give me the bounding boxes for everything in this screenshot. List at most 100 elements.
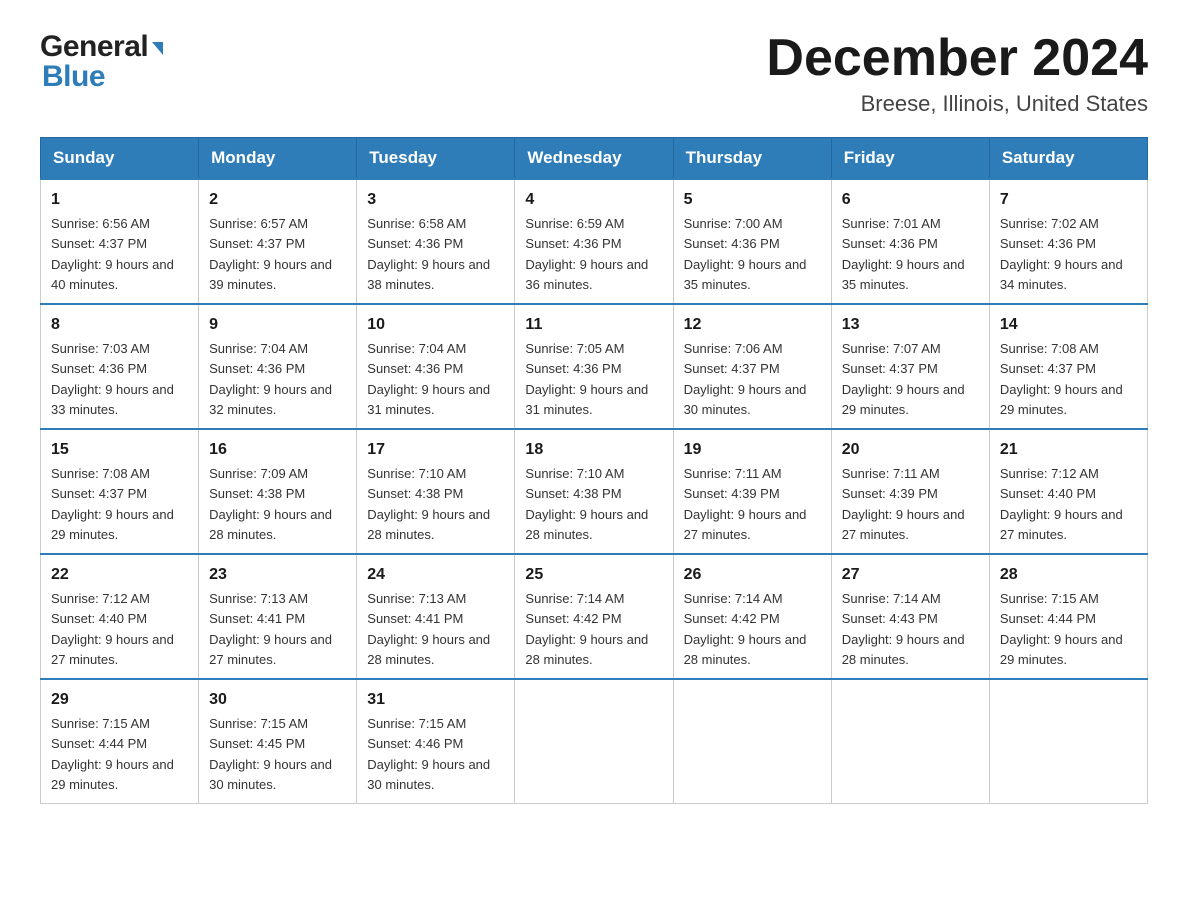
calendar-cell: 9 Sunrise: 7:04 AMSunset: 4:36 PMDayligh… <box>199 304 357 429</box>
calendar-cell: 28 Sunrise: 7:15 AMSunset: 4:44 PMDaylig… <box>989 554 1147 679</box>
day-info: Sunrise: 6:56 AMSunset: 4:37 PMDaylight:… <box>51 216 174 292</box>
day-number: 16 <box>209 438 346 462</box>
day-info: Sunrise: 7:11 AMSunset: 4:39 PMDaylight:… <box>684 466 807 542</box>
calendar-cell: 2 Sunrise: 6:57 AMSunset: 4:37 PMDayligh… <box>199 179 357 304</box>
day-number: 31 <box>367 688 504 712</box>
calendar-cell: 23 Sunrise: 7:13 AMSunset: 4:41 PMDaylig… <box>199 554 357 679</box>
day-number: 20 <box>842 438 979 462</box>
day-info: Sunrise: 7:15 AMSunset: 4:44 PMDaylight:… <box>1000 591 1123 667</box>
day-number: 6 <box>842 188 979 212</box>
calendar-cell: 17 Sunrise: 7:10 AMSunset: 4:38 PMDaylig… <box>357 429 515 554</box>
weekday-header-friday: Friday <box>831 138 989 180</box>
calendar-row-1: 1 Sunrise: 6:56 AMSunset: 4:37 PMDayligh… <box>41 179 1148 304</box>
day-info: Sunrise: 7:03 AMSunset: 4:36 PMDaylight:… <box>51 341 174 417</box>
day-info: Sunrise: 7:14 AMSunset: 4:42 PMDaylight:… <box>525 591 648 667</box>
day-info: Sunrise: 7:14 AMSunset: 4:42 PMDaylight:… <box>684 591 807 667</box>
calendar-cell: 13 Sunrise: 7:07 AMSunset: 4:37 PMDaylig… <box>831 304 989 429</box>
day-info: Sunrise: 7:15 AMSunset: 4:45 PMDaylight:… <box>209 716 332 792</box>
day-info: Sunrise: 6:59 AMSunset: 4:36 PMDaylight:… <box>525 216 648 292</box>
day-info: Sunrise: 7:02 AMSunset: 4:36 PMDaylight:… <box>1000 216 1123 292</box>
day-number: 14 <box>1000 313 1137 337</box>
day-info: Sunrise: 6:58 AMSunset: 4:36 PMDaylight:… <box>367 216 490 292</box>
weekday-header-wednesday: Wednesday <box>515 138 673 180</box>
calendar-cell: 29 Sunrise: 7:15 AMSunset: 4:44 PMDaylig… <box>41 679 199 804</box>
day-info: Sunrise: 7:12 AMSunset: 4:40 PMDaylight:… <box>51 591 174 667</box>
day-number: 23 <box>209 563 346 587</box>
calendar-cell: 31 Sunrise: 7:15 AMSunset: 4:46 PMDaylig… <box>357 679 515 804</box>
weekday-header-saturday: Saturday <box>989 138 1147 180</box>
calendar-row-2: 8 Sunrise: 7:03 AMSunset: 4:36 PMDayligh… <box>41 304 1148 429</box>
day-number: 10 <box>367 313 504 337</box>
calendar-cell: 10 Sunrise: 7:04 AMSunset: 4:36 PMDaylig… <box>357 304 515 429</box>
day-number: 4 <box>525 188 662 212</box>
day-info: Sunrise: 7:15 AMSunset: 4:44 PMDaylight:… <box>51 716 174 792</box>
calendar-cell <box>515 679 673 804</box>
month-title: December 2024 <box>766 30 1148 87</box>
day-number: 22 <box>51 563 188 587</box>
calendar-cell: 18 Sunrise: 7:10 AMSunset: 4:38 PMDaylig… <box>515 429 673 554</box>
calendar-cell: 1 Sunrise: 6:56 AMSunset: 4:37 PMDayligh… <box>41 179 199 304</box>
day-info: Sunrise: 7:08 AMSunset: 4:37 PMDaylight:… <box>51 466 174 542</box>
calendar-cell: 27 Sunrise: 7:14 AMSunset: 4:43 PMDaylig… <box>831 554 989 679</box>
calendar-cell: 19 Sunrise: 7:11 AMSunset: 4:39 PMDaylig… <box>673 429 831 554</box>
weekday-header-row: SundayMondayTuesdayWednesdayThursdayFrid… <box>41 138 1148 180</box>
day-info: Sunrise: 7:10 AMSunset: 4:38 PMDaylight:… <box>367 466 490 542</box>
day-number: 17 <box>367 438 504 462</box>
calendar-cell: 21 Sunrise: 7:12 AMSunset: 4:40 PMDaylig… <box>989 429 1147 554</box>
day-number: 3 <box>367 188 504 212</box>
calendar-cell: 11 Sunrise: 7:05 AMSunset: 4:36 PMDaylig… <box>515 304 673 429</box>
calendar-cell: 7 Sunrise: 7:02 AMSunset: 4:36 PMDayligh… <box>989 179 1147 304</box>
page-header: General Blue December 2024 Breese, Illin… <box>40 30 1148 117</box>
day-info: Sunrise: 7:04 AMSunset: 4:36 PMDaylight:… <box>367 341 490 417</box>
calendar-cell: 4 Sunrise: 6:59 AMSunset: 4:36 PMDayligh… <box>515 179 673 304</box>
day-info: Sunrise: 7:00 AMSunset: 4:36 PMDaylight:… <box>684 216 807 292</box>
calendar-cell: 6 Sunrise: 7:01 AMSunset: 4:36 PMDayligh… <box>831 179 989 304</box>
day-info: Sunrise: 7:08 AMSunset: 4:37 PMDaylight:… <box>1000 341 1123 417</box>
calendar-cell <box>831 679 989 804</box>
day-number: 24 <box>367 563 504 587</box>
calendar-row-5: 29 Sunrise: 7:15 AMSunset: 4:44 PMDaylig… <box>41 679 1148 804</box>
calendar-cell: 16 Sunrise: 7:09 AMSunset: 4:38 PMDaylig… <box>199 429 357 554</box>
calendar-cell: 22 Sunrise: 7:12 AMSunset: 4:40 PMDaylig… <box>41 554 199 679</box>
calendar-cell: 15 Sunrise: 7:08 AMSunset: 4:37 PMDaylig… <box>41 429 199 554</box>
calendar-row-3: 15 Sunrise: 7:08 AMSunset: 4:37 PMDaylig… <box>41 429 1148 554</box>
calendar-cell: 14 Sunrise: 7:08 AMSunset: 4:37 PMDaylig… <box>989 304 1147 429</box>
day-number: 21 <box>1000 438 1137 462</box>
calendar-cell <box>989 679 1147 804</box>
weekday-header-thursday: Thursday <box>673 138 831 180</box>
day-info: Sunrise: 7:13 AMSunset: 4:41 PMDaylight:… <box>367 591 490 667</box>
logo-blue-text: Blue <box>40 60 105 94</box>
day-number: 1 <box>51 188 188 212</box>
day-number: 2 <box>209 188 346 212</box>
day-number: 15 <box>51 438 188 462</box>
weekday-header-sunday: Sunday <box>41 138 199 180</box>
day-info: Sunrise: 7:01 AMSunset: 4:36 PMDaylight:… <box>842 216 965 292</box>
day-number: 13 <box>842 313 979 337</box>
calendar-cell: 12 Sunrise: 7:06 AMSunset: 4:37 PMDaylig… <box>673 304 831 429</box>
day-info: Sunrise: 7:07 AMSunset: 4:37 PMDaylight:… <box>842 341 965 417</box>
calendar-cell: 26 Sunrise: 7:14 AMSunset: 4:42 PMDaylig… <box>673 554 831 679</box>
day-info: Sunrise: 7:13 AMSunset: 4:41 PMDaylight:… <box>209 591 332 667</box>
calendar-cell: 3 Sunrise: 6:58 AMSunset: 4:36 PMDayligh… <box>357 179 515 304</box>
day-number: 25 <box>525 563 662 587</box>
calendar-cell: 20 Sunrise: 7:11 AMSunset: 4:39 PMDaylig… <box>831 429 989 554</box>
day-number: 9 <box>209 313 346 337</box>
day-number: 26 <box>684 563 821 587</box>
weekday-header-monday: Monday <box>199 138 357 180</box>
calendar-cell: 5 Sunrise: 7:00 AMSunset: 4:36 PMDayligh… <box>673 179 831 304</box>
day-number: 18 <box>525 438 662 462</box>
day-number: 11 <box>525 313 662 337</box>
day-info: Sunrise: 7:06 AMSunset: 4:37 PMDaylight:… <box>684 341 807 417</box>
day-info: Sunrise: 7:10 AMSunset: 4:38 PMDaylight:… <box>525 466 648 542</box>
calendar-cell: 30 Sunrise: 7:15 AMSunset: 4:45 PMDaylig… <box>199 679 357 804</box>
day-number: 8 <box>51 313 188 337</box>
day-number: 30 <box>209 688 346 712</box>
day-number: 27 <box>842 563 979 587</box>
day-info: Sunrise: 7:05 AMSunset: 4:36 PMDaylight:… <box>525 341 648 417</box>
calendar-cell <box>673 679 831 804</box>
day-info: Sunrise: 7:12 AMSunset: 4:40 PMDaylight:… <box>1000 466 1123 542</box>
calendar-cell: 24 Sunrise: 7:13 AMSunset: 4:41 PMDaylig… <box>357 554 515 679</box>
day-number: 29 <box>51 688 188 712</box>
calendar-cell: 25 Sunrise: 7:14 AMSunset: 4:42 PMDaylig… <box>515 554 673 679</box>
day-info: Sunrise: 7:04 AMSunset: 4:36 PMDaylight:… <box>209 341 332 417</box>
